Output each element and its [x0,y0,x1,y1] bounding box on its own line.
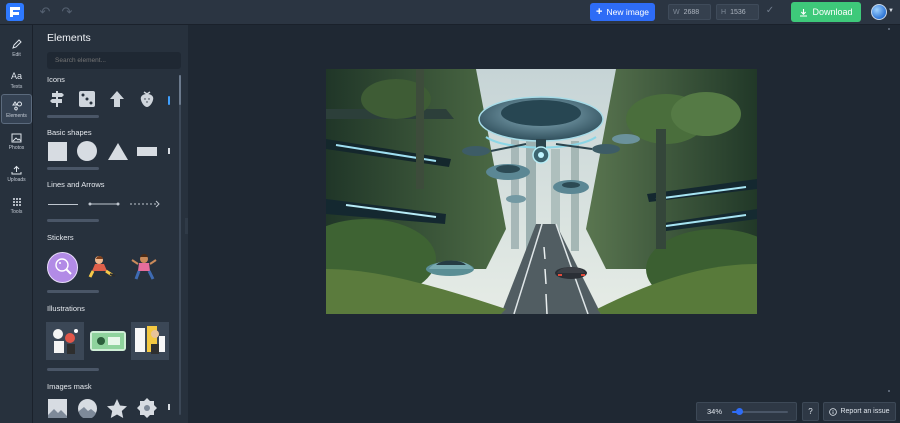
pencil-icon [12,38,22,49]
rail-label-elements: Elements [6,112,27,119]
square-shape[interactable] [47,141,67,161]
sticker-2[interactable] [87,251,119,283]
circle-shape[interactable] [77,141,97,161]
height-key: H [721,8,727,16]
arrow-up-icon[interactable] [107,89,127,109]
illustration-1[interactable] [46,322,84,360]
app-logo[interactable] [6,3,24,21]
dice-icon[interactable] [77,89,97,109]
help-button[interactable]: ? [802,402,819,421]
mask-circle[interactable] [77,398,97,418]
sticker-1[interactable] [46,251,78,283]
download-label: Download [812,7,853,17]
section-basic-shapes-title: Basic shapes [47,128,92,137]
upload-icon [11,165,22,175]
grid-icon [12,198,21,206]
section-stickers-title: Stickers [47,233,74,242]
avatar[interactable] [871,4,887,20]
icons-row-scrollbar[interactable] [47,115,99,118]
info-icon [829,407,838,416]
rail-label-photos: Photos [8,145,25,151]
canvas-corner-marker [888,28,890,30]
rail-item-edit[interactable]: Edit [1,33,32,63]
rail-label-texts: Texts [10,83,23,90]
shapes-icon [11,100,22,110]
sticker-3[interactable] [128,251,160,283]
height-value: 1536 [730,8,746,16]
rail-label-edit: Edit [12,51,21,58]
panel-scrollbar[interactable] [179,75,181,415]
tool-rail: Edit Aa Texts Elements Photos Uploads To… [0,25,33,423]
illustrations-row-scrollbar[interactable] [47,368,99,371]
report-issue-button[interactable]: Report an issue [823,402,896,421]
section-icons-title: Icons [47,75,65,84]
dashed-arrow[interactable] [128,199,162,209]
plus-icon: + [596,5,603,18]
line-solid[interactable] [47,199,79,209]
shapes-row-scrollbar[interactable] [47,167,99,170]
download-button[interactable]: Download [791,2,861,22]
rail-item-texts[interactable]: Aa Texts [1,65,32,95]
download-icon [800,8,808,17]
rail-item-photos[interactable]: Photos [1,127,32,157]
chevron-down-icon[interactable]: ▼ [888,8,894,14]
report-issue-label: Report an issue [840,408,890,415]
redo-icon[interactable]: ↷ [60,5,74,19]
strawberry-icon[interactable] [137,89,157,109]
new-image-label: New image [606,7,649,17]
lines-row-scrollbar[interactable] [47,219,99,222]
artboard-image[interactable] [326,69,757,314]
zoom-control: 34% [696,402,797,421]
mask-badge[interactable] [137,398,157,418]
elements-panel: Elements Icons Basic shapes Lines and Ar… [33,25,188,423]
signpost-icon[interactable] [47,89,67,109]
search-input[interactable] [47,52,181,69]
section-lines-title: Lines and Arrows [47,180,105,189]
text-icon: Aa [10,70,22,81]
width-key: W [673,8,680,16]
undo-icon[interactable]: ↶ [38,5,52,19]
scroll-more-masks[interactable] [167,403,171,411]
stickers-row-scrollbar[interactable] [47,290,99,293]
rail-item-elements[interactable]: Elements [1,94,32,124]
scroll-more-icons[interactable] [167,95,171,105]
rail-item-tools[interactable]: Tools [1,191,32,221]
top-bar: ↶ ↷ + New image W 2688 H 1536 ✓ Download… [0,0,900,25]
scroll-more-shapes[interactable] [167,147,171,155]
help-icon: ? [808,407,813,416]
zoom-value: 34% [707,407,723,416]
new-image-button[interactable]: + New image [590,3,655,21]
section-images-mask-title: Images mask [47,382,92,391]
section-illustrations-title: Illustrations [47,304,85,313]
image-icon [11,133,22,143]
zoom-slider-handle[interactable] [736,408,743,415]
line-with-dots[interactable] [87,199,121,209]
illustration-3[interactable] [131,322,169,360]
illustration-2[interactable] [88,326,128,356]
width-value: 2688 [683,8,700,16]
rail-label-tools: Tools [10,209,23,215]
triangle-shape[interactable] [107,141,129,161]
panel-title: Elements [47,32,91,44]
panel-scrollbar-thumb[interactable] [179,75,181,105]
mask-star[interactable] [107,398,127,418]
height-field[interactable]: H 1536 [716,4,759,20]
rail-label-uploads: Uploads [7,177,26,183]
rail-item-uploads[interactable]: Uploads [1,159,32,189]
canvas-corner-marker [888,390,890,392]
width-field[interactable]: W 2688 [668,4,711,20]
rectangle-shape[interactable] [136,141,158,161]
mask-square[interactable] [47,398,67,418]
checkmark-icon[interactable]: ✓ [764,5,776,17]
